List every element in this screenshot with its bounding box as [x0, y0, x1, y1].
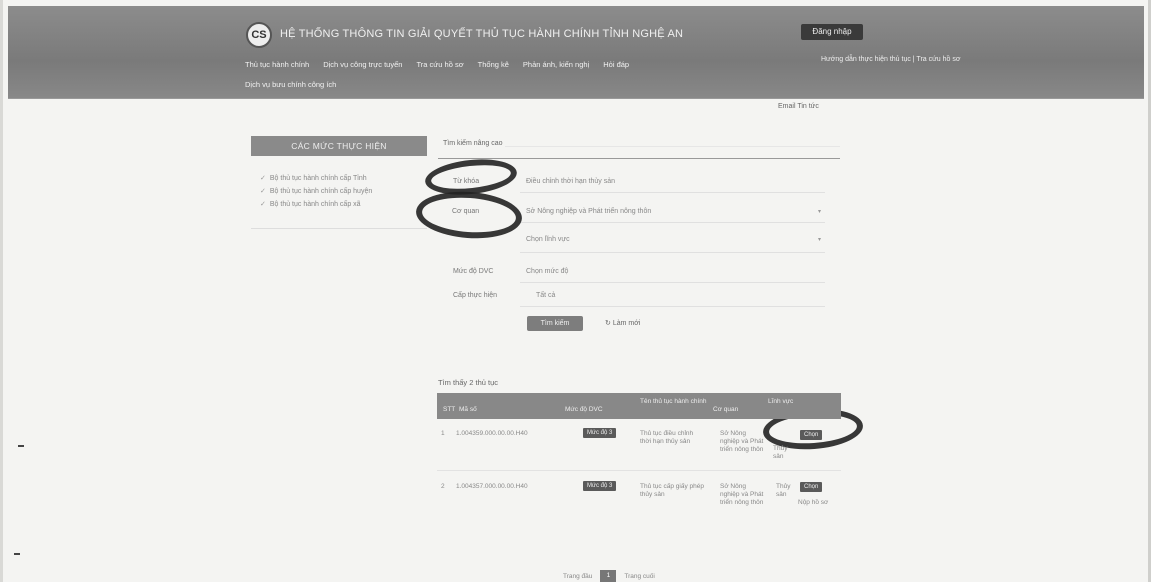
reset-label: Làm mới: [612, 320, 641, 327]
field-select[interactable]: Chọn lĩnh vực: [526, 236, 570, 243]
level-label: Mức độ DVC: [453, 268, 494, 275]
field-text: Thủy sản: [776, 483, 791, 498]
agency-select[interactable]: Sở Nông nghiệp và Phát triển nông thôn: [526, 208, 651, 215]
column-header: Cơ quan: [713, 406, 739, 413]
divider: [505, 146, 840, 147]
row-number: 1: [441, 430, 445, 437]
sidebar-item-label: Bộ thủ tục hành chính cấp Tỉnh: [269, 175, 367, 182]
column-header: STT: [443, 406, 456, 413]
bullet-icon: ✓: [260, 175, 266, 182]
column-header: Lĩnh vực: [768, 398, 794, 405]
nav-item[interactable]: Phản ánh, kiến nghị: [523, 60, 589, 69]
divider: [520, 306, 825, 307]
divider: [520, 282, 825, 283]
bullet-icon: ✓: [260, 201, 266, 208]
execution-level-label: Cấp thực hiện: [453, 292, 497, 299]
execution-level-select[interactable]: Tất cả: [536, 292, 555, 299]
column-header: Tên thủ tục hành chính: [640, 398, 707, 405]
chevron-down-icon[interactable]: ▾: [818, 208, 821, 215]
nav-item[interactable]: Thống kê: [478, 60, 509, 69]
divider: [251, 228, 427, 229]
scan-mark: [14, 553, 20, 555]
procedure-name-link[interactable]: Thủ tục điều chỉnh thời hạn thủy sản: [640, 430, 704, 446]
reset-button[interactable]: ↻ Làm mới: [605, 319, 640, 327]
last-page-link[interactable]: Trang cuối: [624, 573, 654, 580]
sidebar-item-commune[interactable]: ✓ Bộ thủ tục hành chính cấp xã: [260, 200, 372, 213]
site-logo-icon[interactable]: CS: [246, 22, 272, 48]
level-select[interactable]: Chọn mức độ: [526, 268, 568, 275]
sidebar-item-province[interactable]: ✓ Bộ thủ tục hành chính cấp Tỉnh: [260, 174, 372, 187]
row-number: 2: [441, 483, 445, 490]
procedure-code-link[interactable]: 1.004357.000.00.00.H40: [456, 483, 528, 491]
sidebar-item-district[interactable]: ✓ Bộ thủ tục hành chính cấp huyện: [260, 187, 372, 200]
nav-item[interactable]: Dịch vụ công trực tuyến: [323, 60, 402, 69]
procedure-name-link[interactable]: Thủ tục cấp giấy phép thủy sản: [640, 483, 704, 499]
divider: [437, 470, 841, 471]
sidebar-list: ✓ Bộ thủ tục hành chính cấp Tỉnh ✓ Bộ thủ …: [260, 174, 372, 213]
login-button[interactable]: Đăng nhập: [801, 24, 863, 40]
search-button[interactable]: Tìm kiếm: [527, 316, 583, 331]
tab-advanced-search[interactable]: Tìm kiếm nâng cao: [443, 140, 503, 147]
results-table-header: STT Mã số Mức độ DVC Tên thủ tục hành ch…: [437, 393, 841, 419]
top-right-links[interactable]: Email Tin tức: [778, 103, 819, 110]
scan-mark: [18, 445, 24, 447]
refresh-icon: ↻: [605, 320, 613, 327]
bullet-icon: ✓: [260, 188, 266, 195]
nav-item[interactable]: Hỏi đáp: [603, 60, 629, 69]
agency-text: Sở Nông nghiệp và Phát triển nông thôn: [720, 483, 764, 506]
results-count: Tìm thấy 2 thủ tục: [438, 378, 499, 387]
divider: [520, 252, 825, 253]
column-header: Mã số: [459, 406, 477, 413]
nav-item[interactable]: Thủ tục hành chính: [245, 60, 309, 69]
select-button[interactable]: Chọn: [800, 482, 823, 492]
level-badge: Mức độ 3: [583, 428, 617, 438]
divider: [520, 222, 825, 223]
sidebar-item-label: Bộ thủ tục hành chính cấp xã: [269, 201, 361, 208]
divider: [520, 192, 825, 193]
current-page[interactable]: 1: [600, 570, 617, 582]
select-button[interactable]: Chọn: [800, 430, 823, 440]
chevron-down-icon[interactable]: ▾: [818, 236, 821, 243]
main-nav: Thủ tục hành chính Dịch vụ công trực tuy…: [245, 60, 629, 69]
agency-text: Sở Nông nghiệp và Phát triển nông thôn: [720, 430, 764, 453]
level-badge: Mức độ 3: [583, 481, 617, 491]
first-page-link[interactable]: Trang đầu: [563, 573, 592, 580]
submit-application-link[interactable]: Nộp hồ sơ: [798, 499, 828, 507]
paper-edge: [0, 0, 3, 582]
nav-item[interactable]: Tra cứu hồ sơ: [416, 60, 463, 69]
site-title[interactable]: HỆ THỐNG THÔNG TIN GIẢI QUYẾT THỦ TỤC HÀ…: [280, 28, 683, 40]
site-header: CS HỆ THỐNG THÔNG TIN GIẢI QUYẾT THỦ TỤC…: [8, 6, 1144, 99]
pagination: Trang đầu 1 Trang cuối: [563, 570, 655, 582]
keyword-input[interactable]: Điều chỉnh thời hạn thủy sản: [526, 178, 615, 185]
header-links[interactable]: Hướng dẫn thực hiện thủ tục | Tra cứu hồ…: [821, 56, 960, 63]
field-text: Thủy sản: [773, 445, 788, 460]
sidebar-item-label: Bộ thủ tục hành chính cấp huyện: [269, 188, 373, 195]
column-header: Mức độ DVC: [565, 406, 603, 413]
divider: [438, 158, 840, 159]
procedure-code-link[interactable]: 1.004359.000.00.00.H40: [456, 430, 528, 438]
handwritten-circle: [414, 188, 524, 242]
nav-item-second-row[interactable]: Dịch vụ bưu chính công ích: [245, 80, 336, 89]
sidebar-title: CÁC MỨC THỰC HIỆN: [251, 136, 427, 156]
